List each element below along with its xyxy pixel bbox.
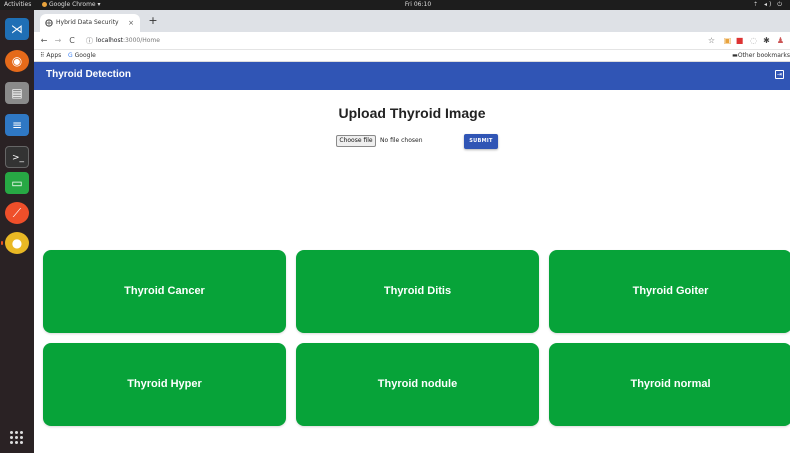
bookmark-star-icon[interactable]: ☆: [706, 35, 717, 46]
terminal-icon[interactable]: >_: [5, 146, 29, 168]
app-bar: Thyroid Detection ⇥: [34, 62, 790, 90]
app-menu-label: Google Chrome ▾: [49, 1, 101, 8]
file-status: No file chosen: [380, 137, 423, 144]
card-thyroid-ditis[interactable]: Thyroid Ditis: [296, 250, 539, 333]
close-tab-icon[interactable]: ×: [128, 14, 134, 32]
vscode-icon[interactable]: ⋊: [5, 18, 29, 40]
app-menu[interactable]: Google Chrome ▾: [42, 0, 101, 10]
tab-strip: Hybrid Data Security × +: [34, 10, 790, 32]
card-thyroid-cancer[interactable]: Thyroid Cancer: [43, 250, 286, 333]
card-thyroid-goiter[interactable]: Thyroid Goiter: [549, 250, 790, 333]
puzzle-icon[interactable]: ✱: [761, 35, 772, 46]
writer-icon[interactable]: ≡: [5, 114, 29, 136]
clock[interactable]: Fri 06:10: [388, 0, 448, 10]
url-host: localhost: [96, 37, 123, 44]
chrome-icon: [42, 2, 47, 7]
apps-grid-icon: ⠿: [40, 52, 45, 59]
web-page: Thyroid Detection ⇥ Upload Thyroid Image…: [34, 62, 790, 453]
profile-icon[interactable]: ♟: [775, 35, 786, 46]
tab-title: Hybrid Data Security: [56, 19, 119, 26]
back-button[interactable]: ←: [38, 34, 50, 48]
compass-icon[interactable]: ⟋: [5, 202, 29, 224]
active-indicator: [1, 241, 3, 245]
card-thyroid-normal[interactable]: Thyroid normal: [549, 343, 790, 426]
other-bookmarks-label: Other bookmarks: [737, 52, 790, 59]
bookmark-google[interactable]: G Google: [68, 50, 96, 62]
url-path: :3000/Home: [122, 37, 160, 44]
extension-gray-icon[interactable]: ◌: [748, 35, 759, 46]
browser-toolbar: ← → C ⓘ localhost:3000/Home ☆ ▣ ■ ◌ ✱ ♟: [34, 32, 790, 50]
card-thyroid-nodule[interactable]: Thyroid nodule: [296, 343, 539, 426]
bookmarks-bar: ⠿ Apps G Google ▬Other bookmarks: [34, 50, 790, 62]
app-brand[interactable]: Thyroid Detection: [46, 62, 131, 88]
firefox-icon[interactable]: ◉: [5, 50, 29, 72]
upload-title: Upload Thyroid Image: [338, 105, 486, 121]
activities-button[interactable]: Activities: [4, 0, 31, 10]
reload-button[interactable]: C: [66, 34, 78, 48]
globe-icon: [45, 19, 53, 27]
new-tab-button[interactable]: +: [146, 14, 160, 28]
bookmark-apps-label: Apps: [46, 52, 62, 59]
logout-icon[interactable]: ⇥: [775, 70, 784, 79]
other-bookmarks[interactable]: ▬Other bookmarks: [732, 50, 790, 62]
chrome-window: Hybrid Data Security × + ← → C ⓘ localho…: [34, 10, 790, 453]
google-icon: G: [68, 52, 73, 59]
files-icon[interactable]: ▤: [5, 82, 29, 104]
ubuntu-top-bar: Activities Google Chrome ▾ Fri 06:10 ⇡ ◂…: [0, 0, 790, 10]
address-bar[interactable]: ⓘ localhost:3000/Home: [84, 34, 704, 48]
bookmark-apps[interactable]: ⠿ Apps: [40, 50, 61, 62]
submit-button[interactable]: SUBMIT: [464, 134, 498, 149]
forward-button[interactable]: →: [52, 34, 64, 48]
card-thyroid-hyper[interactable]: Thyroid Hyper: [43, 343, 286, 426]
show-apps-icon[interactable]: [10, 431, 24, 445]
chrome-dock-icon[interactable]: ●: [5, 232, 29, 254]
system-tray[interactable]: ⇡ ◂) ⏻: [753, 0, 784, 10]
dock: ⋊ ◉ ▤ ≡ >_ ▭ ⟋ ●: [0, 10, 34, 453]
choose-file-button[interactable]: Choose file: [336, 135, 376, 147]
screen-icon[interactable]: ▭: [5, 172, 29, 194]
bookmark-google-label: Google: [74, 52, 96, 59]
extension-red-icon[interactable]: ■: [734, 35, 745, 46]
extension-icon[interactable]: ▣: [722, 35, 733, 46]
info-icon[interactable]: ⓘ: [86, 34, 93, 48]
tab-hybrid-data-security[interactable]: Hybrid Data Security ×: [40, 14, 140, 32]
